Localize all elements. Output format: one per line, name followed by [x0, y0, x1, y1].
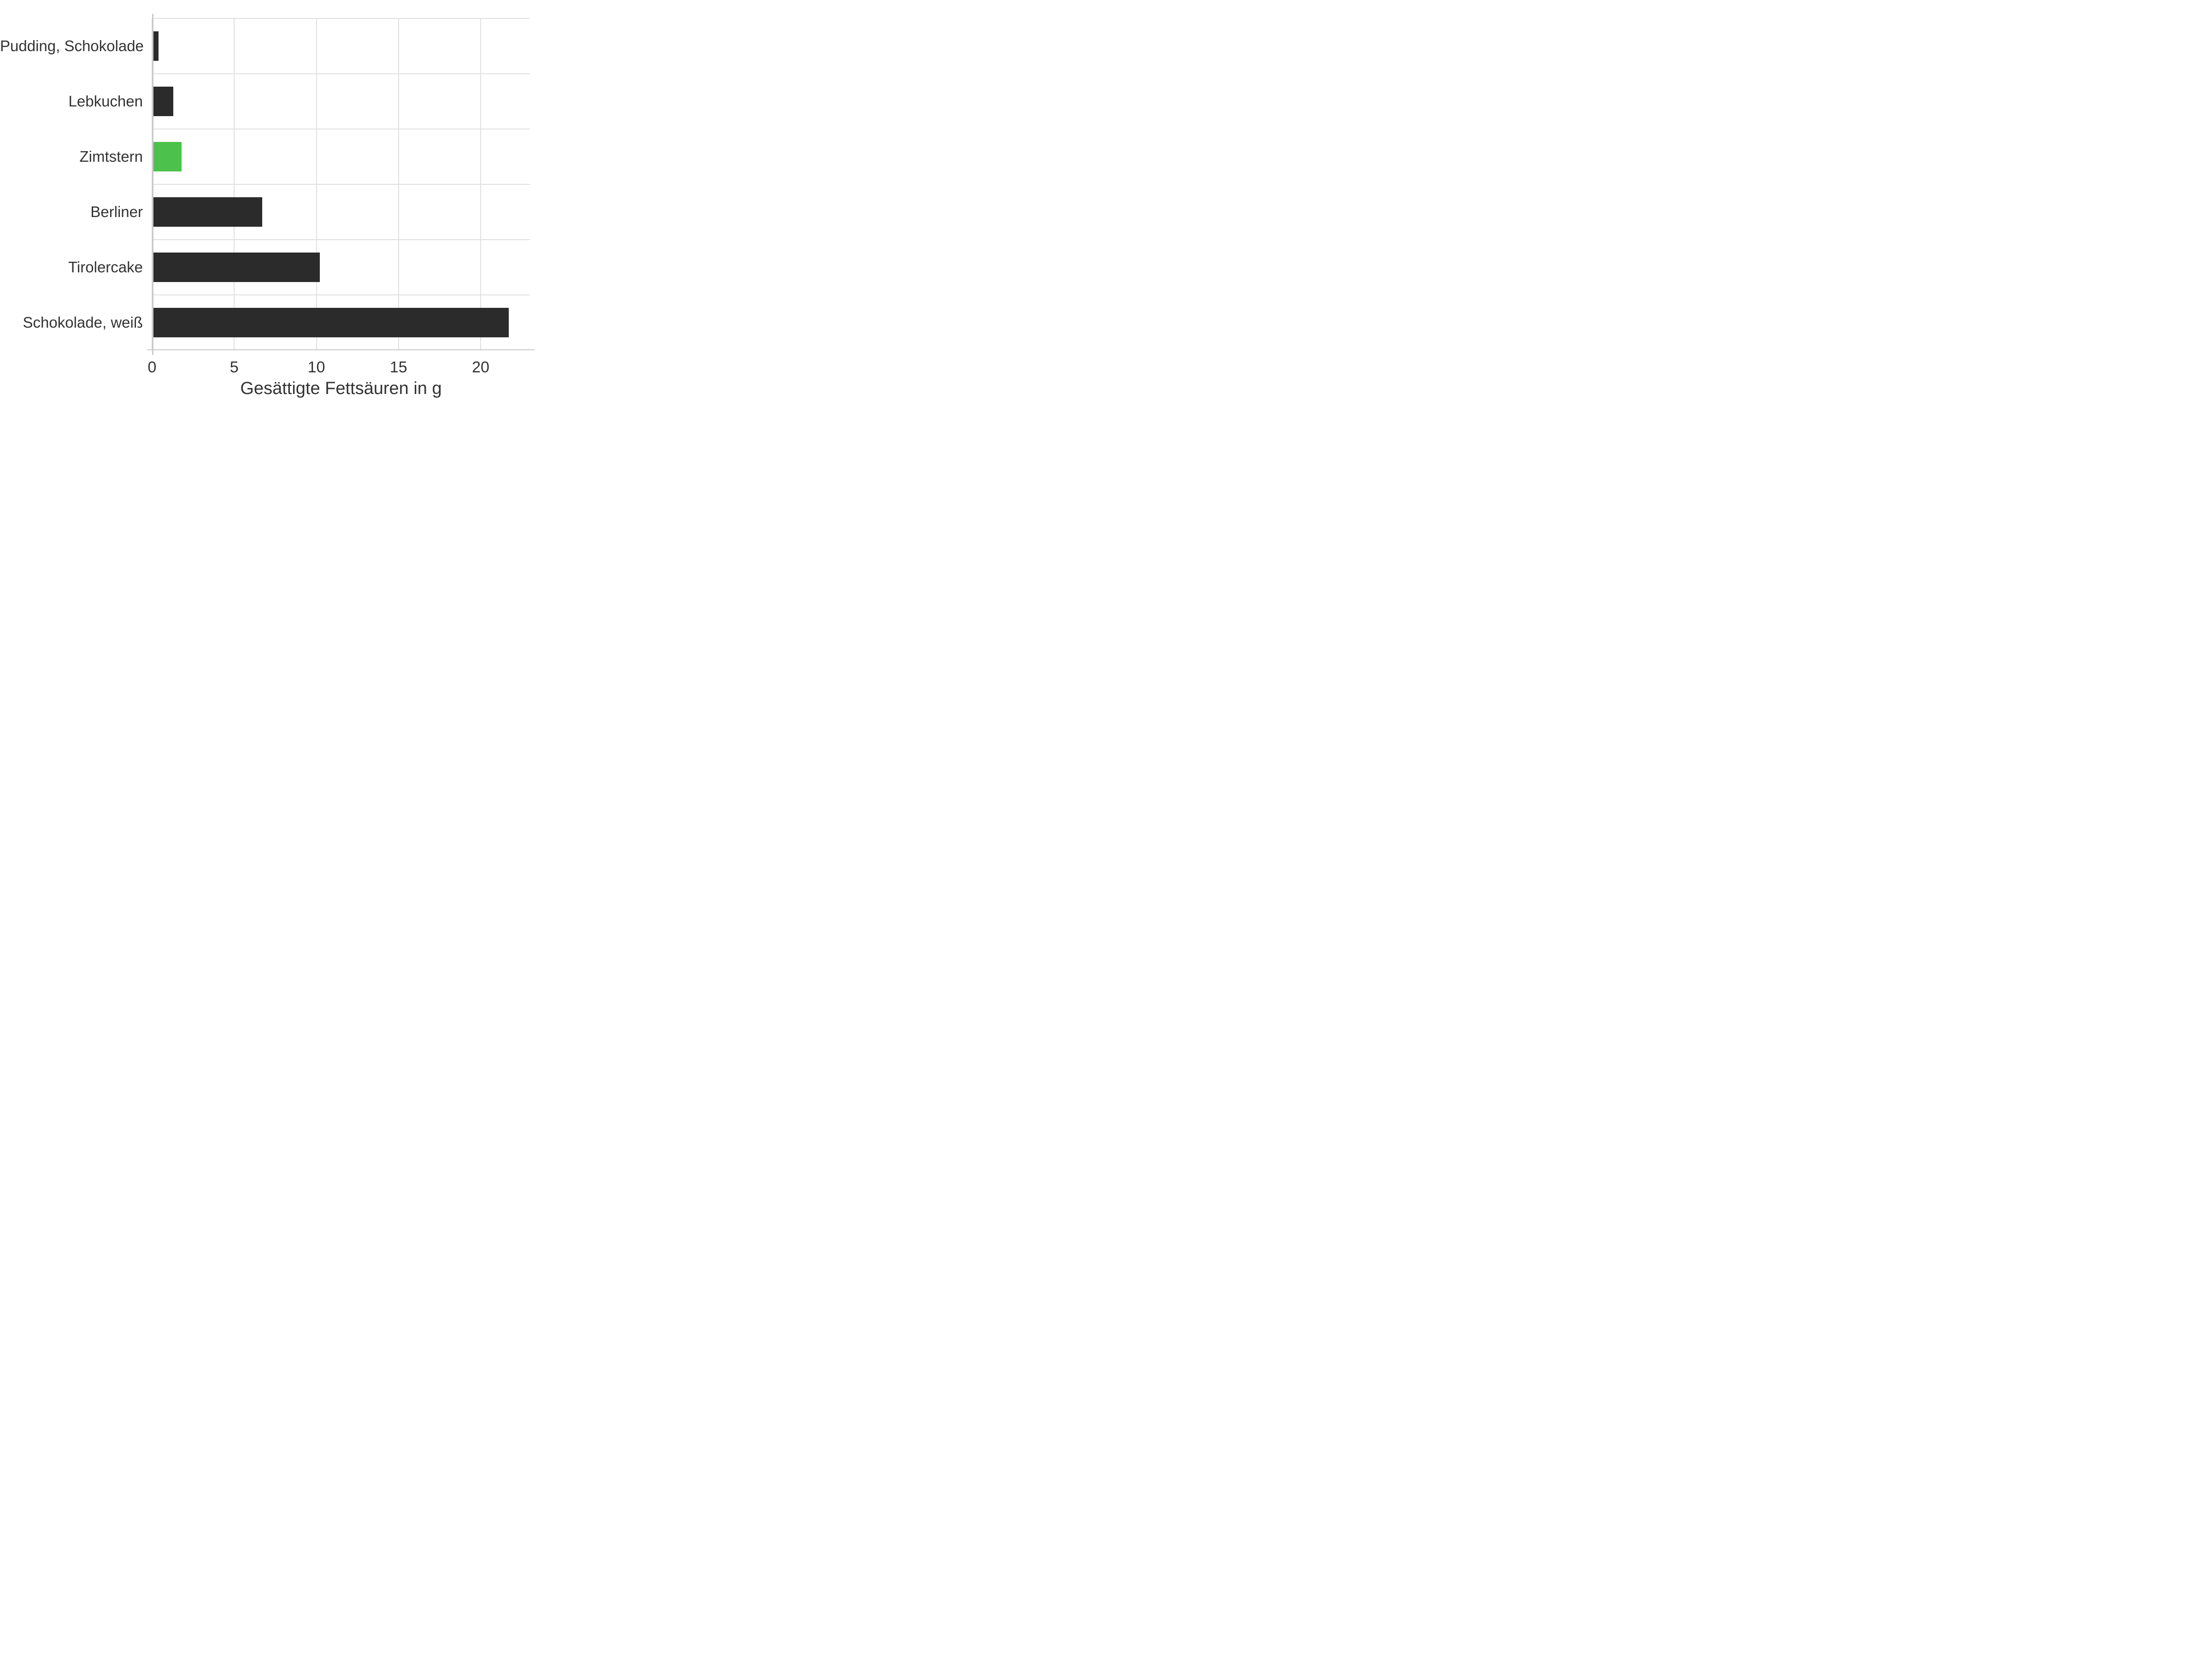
bar [152, 142, 182, 171]
x-axis-title: Gesättigte Fettsäuren in g [152, 379, 530, 399]
bar [152, 87, 173, 116]
y-axis-line [152, 14, 153, 355]
plot-area: 05101520Pudding, SchokoladeLebkuchenZimt… [152, 18, 530, 350]
x-tick-label: 10 [308, 359, 325, 377]
bar [152, 197, 262, 227]
bar-slot: Lebkuchen [152, 74, 530, 129]
y-tick-label: Zimtstern [0, 147, 143, 166]
bar-slot: Berliner [152, 184, 530, 240]
x-tick-label: 20 [472, 359, 489, 377]
y-tick-label: Pudding, Schokolade [0, 37, 143, 55]
y-tick-label: Lebkuchen [0, 92, 143, 111]
bar [152, 253, 320, 282]
y-tick-label: Berliner [0, 203, 143, 221]
y-tick-label: Schokolade, weiß [0, 313, 143, 332]
y-tick-label: Tirolercake [0, 258, 143, 276]
bar-slot: Zimtstern [152, 129, 530, 184]
bar-slot: Pudding, Schokolade [152, 18, 530, 74]
x-axis-line [147, 349, 535, 351]
bar [152, 308, 509, 337]
x-tick-label: 5 [230, 359, 239, 377]
bar-chart: 05101520Pudding, SchokoladeLebkuchenZimt… [0, 0, 553, 415]
bar-slot: Tirolercake [152, 240, 530, 295]
x-tick-label: 0 [148, 359, 157, 377]
x-tick-label: 15 [390, 359, 407, 377]
bar-slot: Schokolade, weiß [152, 295, 530, 350]
